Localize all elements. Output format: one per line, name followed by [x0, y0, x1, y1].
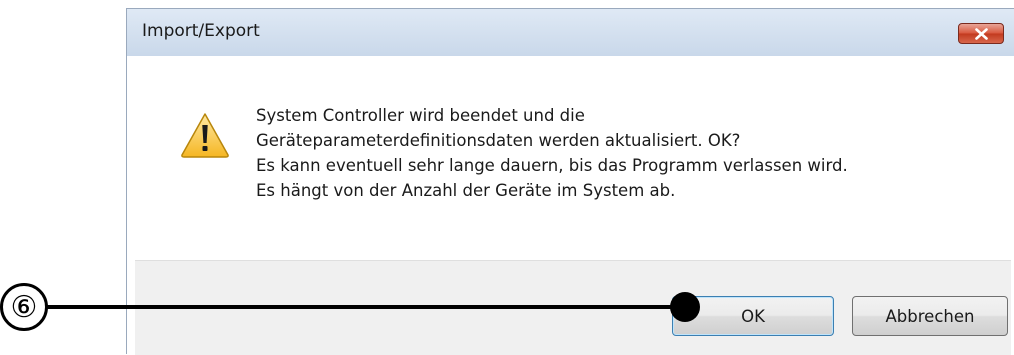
callout-number-marker: ⑥ — [0, 283, 48, 331]
callout-pointer — [47, 292, 700, 322]
callout-dot — [670, 292, 700, 322]
